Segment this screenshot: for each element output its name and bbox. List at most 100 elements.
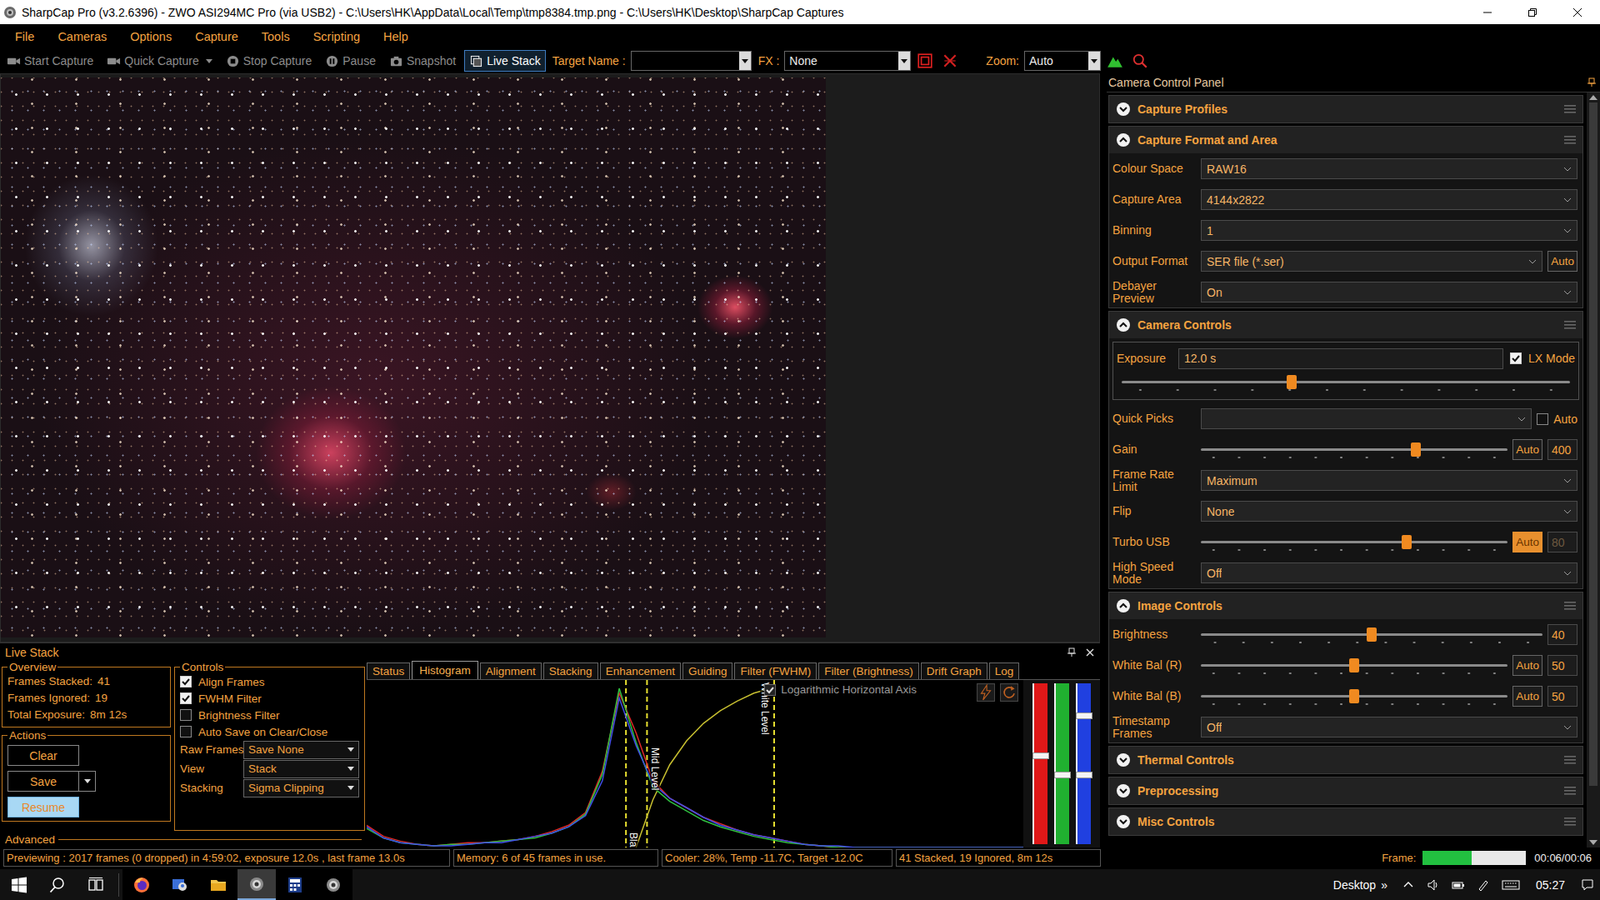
desktop-toolbar-label[interactable]: Desktop: [1328, 878, 1381, 892]
collapse-chevron-icon[interactable]: [1115, 132, 1131, 148]
tab[interactable]: Enhancement: [600, 662, 681, 680]
tab[interactable]: Drift Graph: [920, 662, 988, 680]
channel-slider-track[interactable]: [1054, 683, 1070, 845]
dropdown-field[interactable]: RAW16: [1200, 158, 1578, 180]
dropdown-field[interactable]: Off: [1200, 716, 1578, 738]
section-header[interactable]: Image Controls: [1109, 592, 1583, 620]
restore-button[interactable]: [1510, 0, 1555, 25]
task-view-button[interactable]: [76, 869, 115, 900]
toolbar-button[interactable]: Quick Capture: [101, 50, 217, 72]
level-marker-line[interactable]: [773, 680, 775, 848]
taskbar-app[interactable]: [314, 869, 353, 900]
menu-item[interactable]: Scripting: [301, 30, 372, 44]
select-box[interactable]: Save None: [243, 740, 360, 760]
level-marker-line[interactable]: [625, 680, 627, 848]
menu-item[interactable]: Cameras: [45, 30, 119, 44]
action-button[interactable]: Save: [7, 770, 80, 792]
slider[interactable]: [1200, 530, 1508, 555]
dropdown-field[interactable]: SER file (*.ser): [1200, 250, 1543, 272]
section-menu-icon[interactable]: [1564, 755, 1576, 765]
tab[interactable]: Guiding: [682, 662, 734, 680]
slider-thumb[interactable]: [1366, 627, 1377, 642]
tab[interactable]: Log: [989, 662, 1020, 680]
toolbar-button[interactable]: Start Capture: [1, 50, 99, 72]
search-button[interactable]: [38, 869, 77, 900]
dropdown-field[interactable]: 1: [1200, 220, 1578, 241]
start-button[interactable]: [0, 869, 39, 900]
checkbox-row[interactable]: Align Frames: [180, 673, 360, 690]
value-input[interactable]: 400: [1547, 439, 1578, 460]
checkbox[interactable]: [180, 675, 192, 688]
section-menu-icon[interactable]: [1564, 320, 1576, 330]
dropdown-field[interactable]: Maximum: [1200, 470, 1578, 491]
scroll-up-icon[interactable]: [1589, 95, 1598, 100]
pin-icon[interactable]: [1586, 77, 1597, 88]
toolbar-button[interactable]: Stop Capture: [220, 50, 318, 72]
channel-slider-handle[interactable]: [1075, 712, 1093, 720]
menu-item[interactable]: Tools: [250, 30, 302, 44]
battery-icon[interactable]: [1451, 878, 1465, 892]
auto-button[interactable]: Auto: [1512, 685, 1543, 707]
slider-thumb[interactable]: [1349, 658, 1360, 673]
lightning-auto-stretch-icon[interactable]: [976, 683, 995, 702]
section-menu-icon[interactable]: [1564, 135, 1576, 145]
auto-button[interactable]: Auto: [1512, 655, 1543, 676]
dropdown-field[interactable]: 4144x2822: [1200, 189, 1578, 210]
taskbar-app[interactable]: [275, 869, 315, 900]
expand-chevron-icon[interactable]: [1115, 783, 1131, 799]
channel-slider-handle[interactable]: [1054, 771, 1071, 779]
toolbar-button[interactable]: Live Stack: [464, 50, 546, 72]
slider-thumb[interactable]: [1286, 375, 1297, 390]
pin-icon[interactable]: [1066, 647, 1077, 658]
section-header[interactable]: Capture Format and Area: [1109, 126, 1583, 154]
checkbox-row[interactable]: Auto Save on Clear/Close: [180, 723, 360, 740]
slider[interactable]: [1200, 654, 1508, 678]
scrollbar[interactable]: [1586, 92, 1600, 848]
checkbox-row[interactable]: Brightness Filter: [180, 706, 360, 724]
value-input[interactable]: 80: [1547, 531, 1578, 553]
expand-chevron-icon[interactable]: [1115, 752, 1131, 768]
exposure-input[interactable]: 12.0 s: [1178, 348, 1504, 370]
value-input[interactable]: 50: [1547, 685, 1578, 707]
section-menu-icon[interactable]: [1564, 600, 1576, 611]
dropdown-field[interactable]: None: [1200, 500, 1578, 522]
section-menu-icon[interactable]: [1564, 104, 1576, 115]
collapse-chevron-icon[interactable]: [1115, 317, 1131, 333]
menu-item[interactable]: Capture: [183, 30, 250, 44]
menu-item[interactable]: Help: [371, 30, 420, 44]
channel-slider-handle[interactable]: [1075, 771, 1093, 779]
action-dropdown-button[interactable]: [79, 770, 96, 792]
slider[interactable]: [1200, 623, 1543, 647]
dropdown-field[interactable]: Off: [1200, 562, 1578, 584]
tab[interactable]: Filter (FWHM): [734, 662, 817, 680]
minimize-button[interactable]: [1465, 0, 1510, 25]
auto-button[interactable]: Auto: [1512, 439, 1543, 460]
close-panel-icon[interactable]: [1085, 647, 1095, 658]
zoom-magnifier-icon[interactable]: [1131, 52, 1149, 70]
slider[interactable]: [1200, 438, 1508, 462]
dropdown-field[interactable]: On: [1200, 281, 1578, 303]
section-header[interactable]: Misc Controls: [1109, 808, 1583, 835]
tab[interactable]: Status: [366, 662, 410, 680]
value-input[interactable]: 40: [1547, 624, 1578, 645]
slider-thumb[interactable]: [1349, 689, 1360, 704]
section-header[interactable]: Capture Profiles: [1109, 95, 1583, 123]
log-axis-checkbox-row[interactable]: Logarithmic Horizontal Axis: [764, 683, 917, 696]
zoom-combo[interactable]: Auto: [1024, 50, 1101, 71]
auto-button[interactable]: Auto: [1512, 531, 1543, 553]
auto-button[interactable]: Auto: [1547, 250, 1578, 272]
section-menu-icon[interactable]: [1564, 816, 1576, 827]
scroll-down-icon[interactable]: [1589, 840, 1598, 845]
checkbox[interactable]: [1536, 413, 1549, 425]
checkbox-row[interactable]: FWHM Filter: [180, 690, 360, 707]
notifications-icon[interactable]: [1580, 878, 1595, 892]
show-hidden-icons-icon[interactable]: [1401, 878, 1415, 892]
exposure-slider[interactable]: [1121, 370, 1570, 398]
scrollbar-thumb[interactable]: [1589, 102, 1598, 786]
expand-chevron-icon[interactable]: [1115, 101, 1131, 117]
close-button[interactable]: [1555, 0, 1600, 25]
select-box[interactable]: Sigma Clipping: [243, 779, 360, 798]
action-button[interactable]: Resume: [7, 796, 80, 818]
tab[interactable]: Alignment: [480, 662, 542, 680]
collapse-chevron-icon[interactable]: [1115, 598, 1131, 614]
